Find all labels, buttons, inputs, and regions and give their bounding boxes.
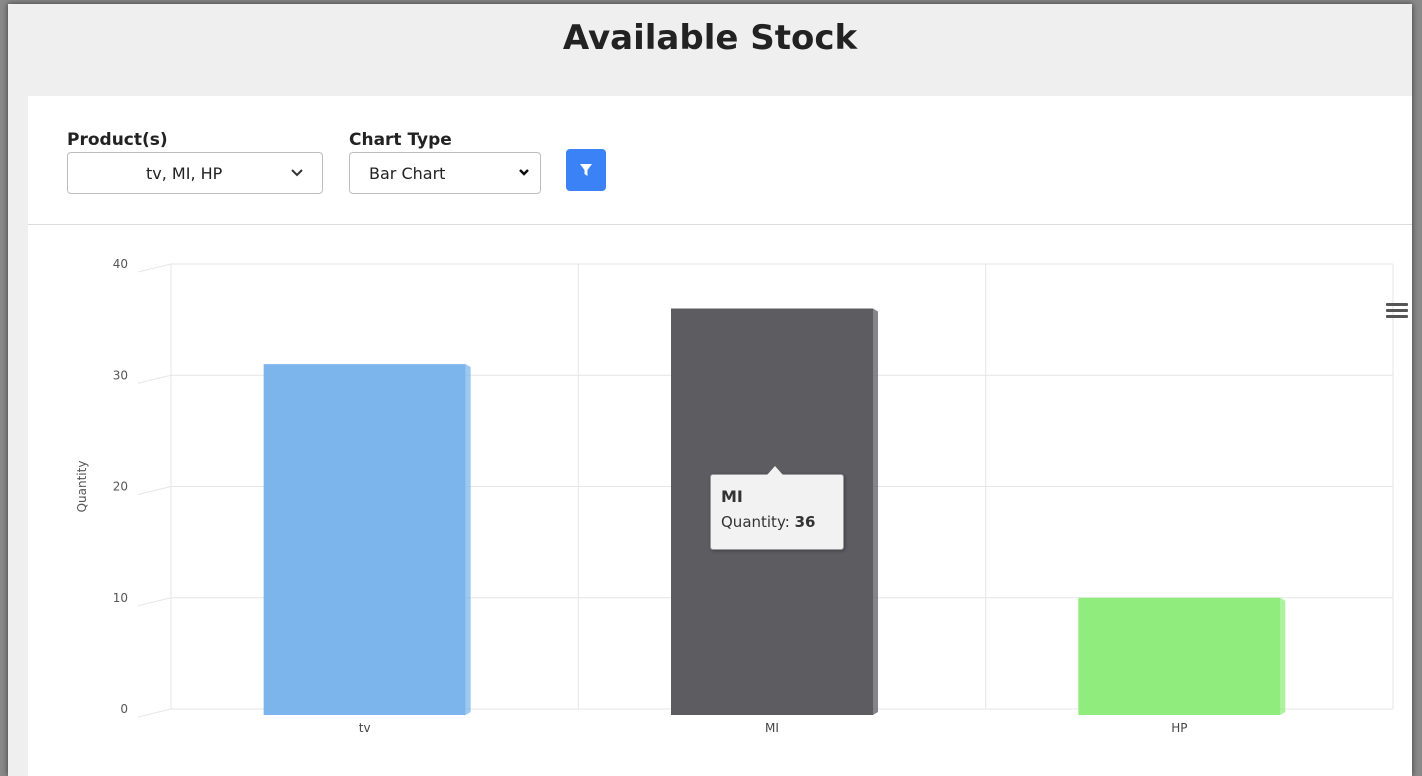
products-select-value: tv, MI, HP: [146, 164, 223, 183]
apply-filter-button[interactable]: [566, 149, 606, 191]
gridline-perspective: [137, 263, 172, 273]
y-tick-label: 20: [113, 480, 128, 494]
filter-bar: Product(s) tv, MI, HP Chart Type Bar Cha…: [28, 96, 1412, 225]
bar-tv: [263, 364, 466, 715]
main-panel: Product(s) tv, MI, HP Chart Type Bar Cha…: [28, 96, 1412, 776]
chevron-down-icon: [290, 161, 304, 187]
gridline-perspective: [137, 597, 172, 607]
y-tick-label: 40: [113, 257, 128, 271]
bar-side-HP: [1280, 597, 1286, 715]
products-label: Product(s): [67, 130, 168, 150]
y-axis-title: Quantity: [75, 461, 89, 513]
bar-side-tv: [465, 364, 471, 715]
bar-HP: [1078, 597, 1281, 715]
tooltip-title: MI: [721, 487, 743, 506]
products-select[interactable]: tv, MI, HP: [67, 152, 323, 194]
gridline-perspective: [137, 486, 172, 495]
chart-area: 0 10 20 30 40 Quantity tv MI HP MI Quantity: 36: [28, 225, 1412, 776]
y-tick-label: 10: [113, 591, 128, 605]
x-tick-label: tv: [359, 721, 371, 735]
x-tick-label: HP: [1171, 721, 1187, 735]
bar-side-MI: [873, 308, 878, 715]
chart-type-select-value: Bar Chart: [369, 164, 446, 183]
x-tick-label: MI: [765, 721, 779, 735]
hamburger-menu-icon[interactable]: [1386, 303, 1408, 321]
tooltip-line: Quantity: 36: [721, 513, 815, 531]
tooltip-label: Quantity:: [721, 513, 790, 531]
filter-icon: [580, 164, 592, 176]
chart-type-select[interactable]: Bar Chart: [349, 152, 541, 194]
y-tick-label: 30: [113, 368, 128, 382]
page-title: Available Stock: [562, 18, 858, 58]
chart-type-label: Chart Type: [349, 130, 452, 150]
app-window: Available Stock Product(s) tv, MI, HP Ch…: [8, 4, 1412, 776]
chart-tooltip: MI Quantity: 36: [710, 466, 844, 550]
gridline-perspective: [137, 374, 172, 384]
gridline-perspective: [137, 708, 172, 718]
y-tick-label: 0: [120, 702, 128, 716]
tooltip-value: 36: [794, 513, 816, 531]
chevron-down-icon: [518, 161, 530, 187]
